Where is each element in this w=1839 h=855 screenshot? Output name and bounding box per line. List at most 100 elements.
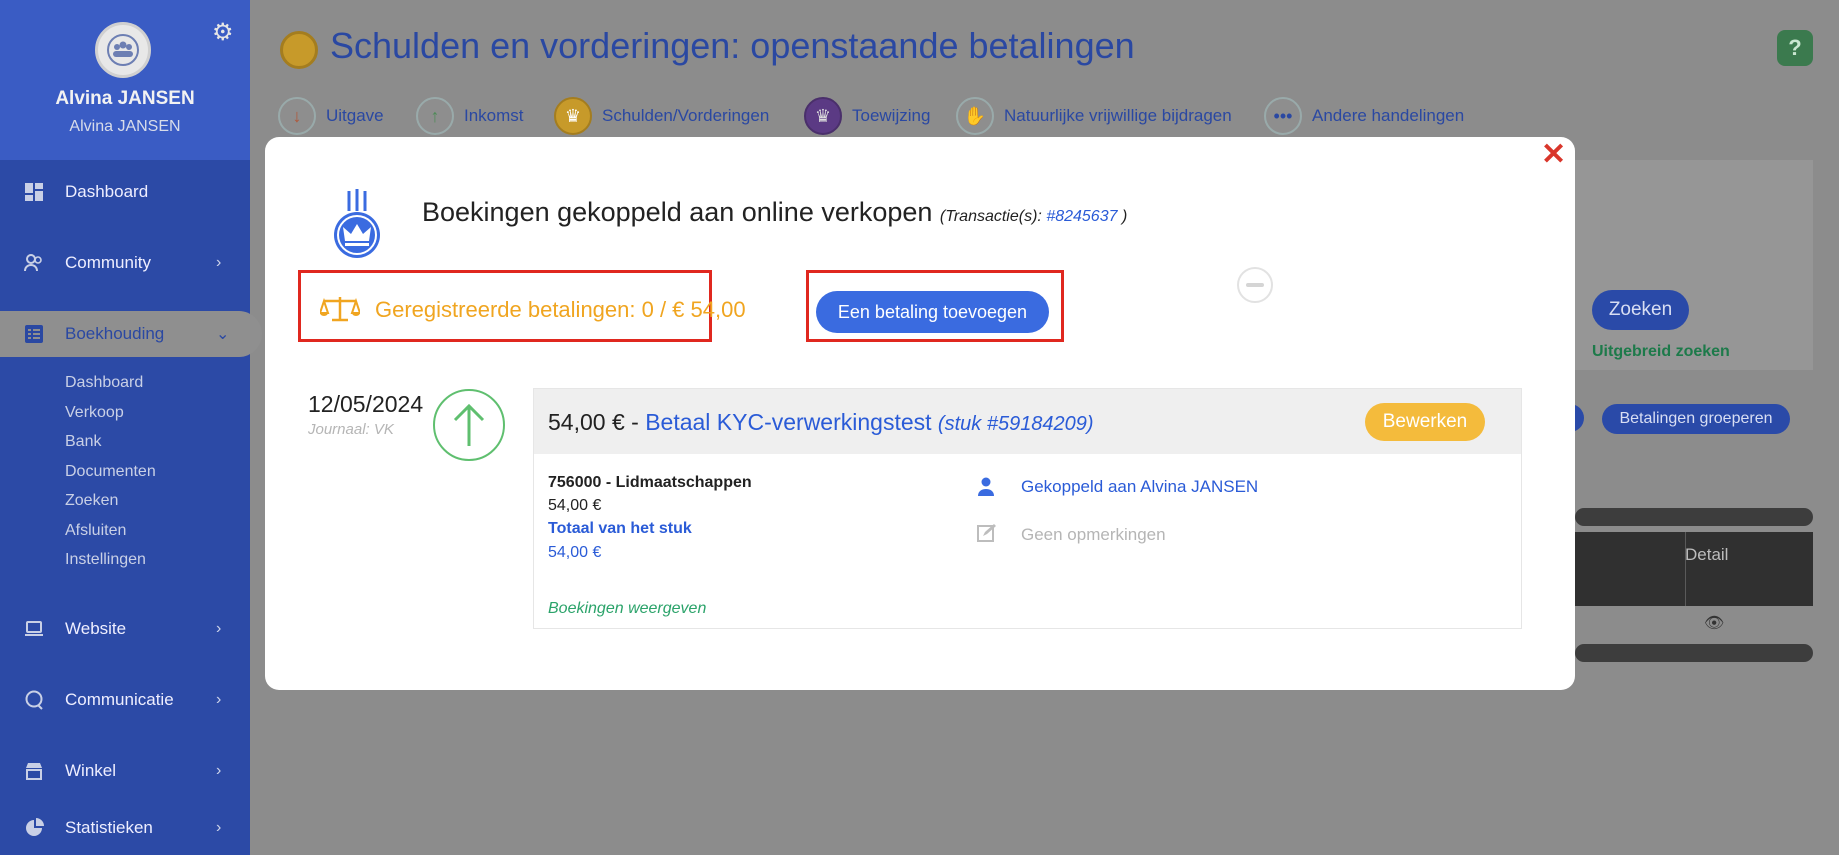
scrollbar-bottom[interactable]	[1575, 644, 1813, 662]
chevron-right-icon: ›	[216, 620, 222, 637]
linked-member-link[interactable]: Gekoppeld aan Alvina JANSEN	[1021, 477, 1258, 497]
subnav-zoeken[interactable]: Zoeken	[65, 492, 118, 510]
action-toewijzing[interactable]: ♛ Toewijzing	[804, 96, 930, 136]
entry-date: 12/05/2024	[308, 391, 424, 417]
group-payments-button[interactable]: Betalingen groeperen	[1602, 404, 1790, 434]
sidebar: ⚙ Alvina JANSEN Alvina JANSEN Dashboard …	[0, 0, 262, 855]
sidebar-item-community[interactable]: Community ›	[0, 240, 250, 286]
show-bookings-link[interactable]: Boekingen weergeven	[548, 600, 706, 618]
journal-label: Journaal: VK	[308, 421, 394, 438]
action-label: Toewijzing	[852, 106, 931, 125]
laptop-icon	[25, 621, 43, 636]
action-schulden[interactable]: ♛ Schulden/Vorderingen	[554, 96, 769, 136]
eye-icon[interactable]: 👁	[1704, 613, 1724, 633]
transaction-link[interactable]: #8245637	[1046, 208, 1117, 225]
chat-icon	[25, 690, 43, 710]
sidebar-item-label: Communicatie	[65, 690, 174, 709]
subnav-afsluiten[interactable]: Afsluiten	[65, 522, 126, 540]
sidebar-item-label: Statistieken	[65, 818, 153, 837]
entry-link[interactable]: Betaal KYC-verwerkingstest	[645, 409, 931, 435]
transaction-prefix: (Transactie(s):	[939, 208, 1047, 225]
sidebar-item-label: Boekhouding	[65, 324, 165, 343]
entry-stuk[interactable]: (stuk #59184209)	[938, 413, 1094, 435]
modal-dialog: ✕ Boekingen gekoppeld aan online verkope…	[265, 137, 1575, 690]
community-icon	[24, 254, 42, 272]
sidebar-item-communicatie[interactable]: Communicatie ›	[0, 677, 250, 723]
close-icon[interactable]: ✕	[1541, 137, 1566, 172]
booking-entry: 54,00 € - Betaal KYC-verwerkingstest (st…	[533, 388, 1522, 629]
account-name: 756000 - Lidmaatschappen	[548, 474, 752, 491]
sidebar-item-label: Community	[65, 253, 151, 272]
action-bijdragen[interactable]: ✋ Natuurlijke vrijwillige bijdragen	[956, 96, 1232, 136]
arrow-down-icon: ↓	[278, 97, 316, 135]
sidebar-item-boekhouding[interactable]: Boekhouding ⌄	[0, 311, 262, 357]
user-subname: Alvina JANSEN	[69, 118, 181, 135]
sidebar-item-winkel[interactable]: Winkel ›	[0, 748, 250, 794]
highlight-box-payments: Geregistreerde betalingen: 0 / € 54,00	[298, 270, 746, 342]
modal-title-text: Boekingen gekoppeld aan online verkopen	[422, 197, 933, 227]
crown-icon	[280, 31, 318, 69]
sidebar-item-statistieken[interactable]: Statistieken ›	[0, 805, 250, 851]
user-name: Alvina JANSEN	[55, 88, 195, 109]
action-inkomst[interactable]: ↑ Inkomst	[416, 96, 524, 136]
gear-icon[interactable]: ⚙	[212, 18, 234, 47]
detail-column-header: Detail	[1685, 545, 1729, 564]
search-button[interactable]: Zoeken	[1592, 290, 1689, 330]
crown-icon: ♛	[554, 97, 592, 135]
action-andere[interactable]: ••• Andere handelingen	[1264, 96, 1464, 136]
subnav-instellingen[interactable]: Instellingen	[65, 551, 146, 569]
entry-title: 54,00 € - Betaal KYC-verwerkingstest (st…	[548, 409, 1094, 436]
crown-medal-icon	[334, 189, 380, 258]
minus-icon	[1246, 283, 1264, 287]
subnav-verkoop[interactable]: Verkoop	[65, 404, 124, 422]
divider	[1685, 532, 1686, 606]
edit-button[interactable]: Bewerken	[1365, 403, 1485, 441]
subnav-bank[interactable]: Bank	[65, 433, 101, 451]
accounting-icon	[25, 325, 43, 343]
shop-icon	[26, 763, 42, 780]
chevron-right-icon: ›	[216, 691, 222, 708]
subnav-dashboard[interactable]: Dashboard	[65, 374, 143, 392]
income-arrow-icon	[433, 389, 505, 461]
sidebar-item-label: Dashboard	[65, 182, 149, 201]
page-title: Schulden en vorderingen: openstaande bet…	[330, 25, 1135, 66]
sidebar-item-label: Website	[65, 619, 127, 638]
sidebar-item-website[interactable]: Website ›	[0, 606, 250, 652]
action-label: Inkomst	[464, 106, 524, 125]
total-amount: 54,00 €	[548, 544, 602, 561]
profile-section: ⚙ Alvina JANSEN Alvina JANSEN	[0, 0, 250, 160]
sidebar-item-dashboard[interactable]: Dashboard	[0, 169, 250, 215]
pie-chart-icon	[26, 818, 44, 836]
avatar[interactable]	[95, 22, 151, 78]
chevron-right-icon: ›	[216, 762, 222, 779]
help-button[interactable]: ?	[1777, 30, 1813, 66]
scrollbar-top[interactable]	[1575, 508, 1813, 526]
search-panel	[1575, 160, 1813, 370]
sidebar-item-label: Winkel	[65, 761, 117, 780]
transaction-ref: (Transactie(s): #8245637 )	[940, 208, 1127, 225]
more-dots-icon: •••	[1264, 97, 1302, 135]
chevron-right-icon: ›	[216, 819, 222, 836]
advanced-search-link[interactable]: Uitgebreid zoeken	[1592, 343, 1730, 361]
action-label: Uitgave	[326, 106, 384, 125]
edit-note-icon	[977, 524, 996, 542]
dashboard-icon	[25, 183, 43, 201]
registered-payments: Geregistreerde betalingen: 0 / € 54,00	[375, 297, 746, 322]
add-payment-button[interactable]: Een betaling toevoegen	[816, 291, 1049, 333]
collapse-button[interactable]	[1237, 267, 1273, 303]
chevron-down-icon: ⌄	[216, 326, 230, 343]
no-notes-text: Geen opmerkingen	[1021, 525, 1166, 544]
total-label: Totaal van het stuk	[548, 520, 692, 537]
transaction-suffix: )	[1117, 208, 1128, 225]
subnav-documenten[interactable]: Documenten	[65, 463, 156, 481]
hand-coin-icon: ✋	[956, 97, 994, 135]
modal-title: Boekingen gekoppeld aan online verkopen …	[422, 197, 1127, 228]
crown-arrow-icon: ♛	[804, 97, 842, 135]
action-uitgave[interactable]: ↓ Uitgave	[278, 96, 384, 136]
entry-header: 54,00 € - Betaal KYC-verwerkingstest (st…	[534, 389, 1521, 454]
account-amount: 54,00 €	[548, 497, 602, 514]
action-label: Schulden/Vorderingen	[602, 106, 770, 125]
scale-icon	[320, 297, 360, 322]
action-label: Andere handelingen	[1312, 106, 1465, 125]
group-avatar-icon	[107, 34, 139, 66]
